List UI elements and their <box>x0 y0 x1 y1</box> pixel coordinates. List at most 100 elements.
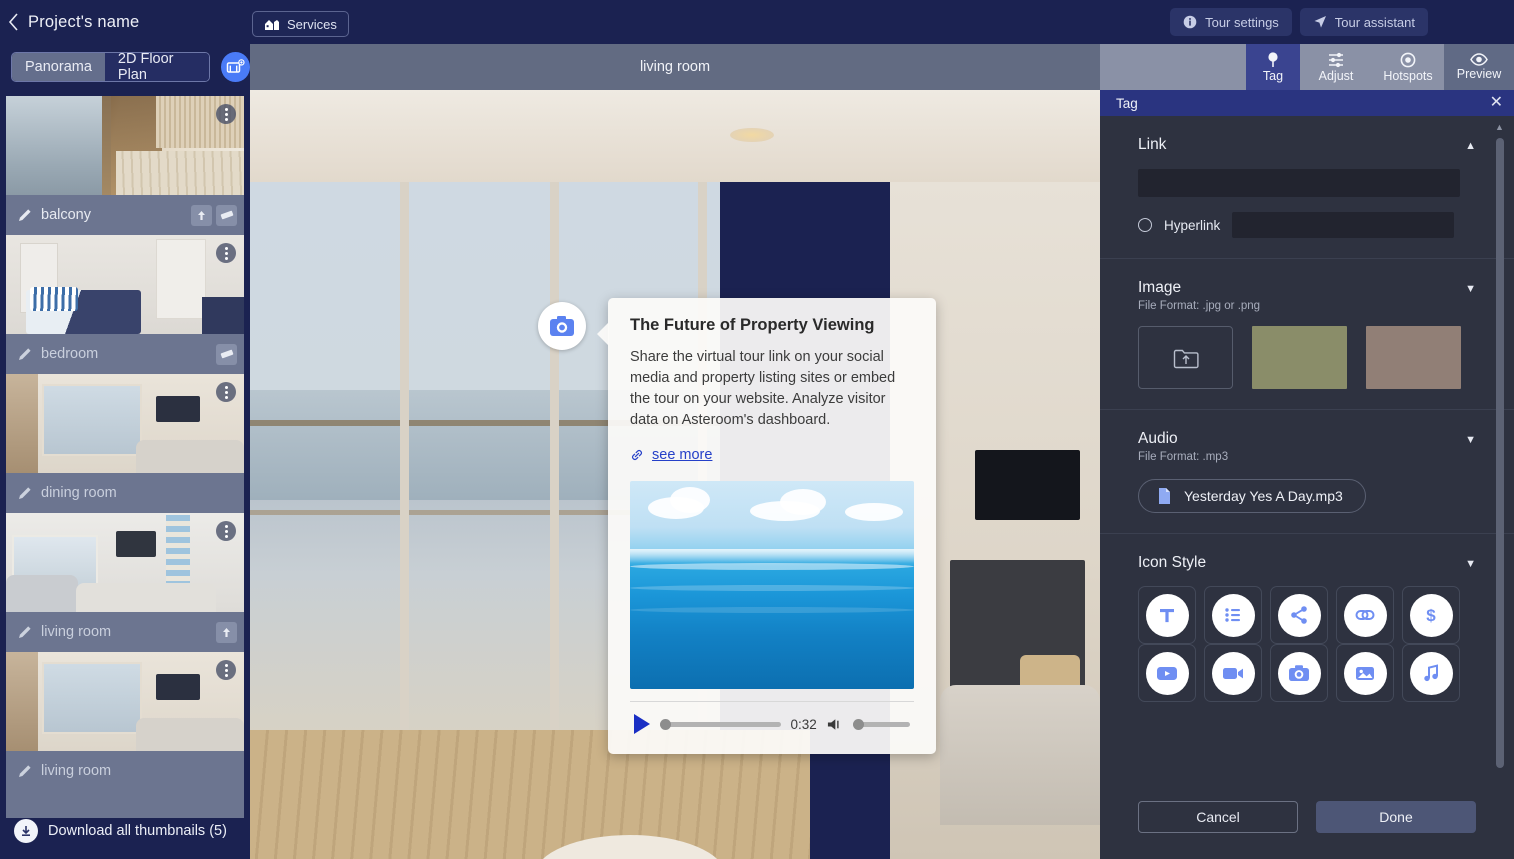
start-point-icon[interactable] <box>191 204 212 226</box>
icon-option-video[interactable] <box>1204 644 1262 702</box>
chevron-up-icon[interactable]: ▲ <box>1465 141 1476 152</box>
list-item[interactable]: living room <box>6 513 244 652</box>
icon-option-share[interactable] <box>1270 586 1328 644</box>
tag-card-image <box>630 481 914 689</box>
cancel-button[interactable]: Cancel <box>1138 801 1298 833</box>
tab-tag[interactable]: Tag <box>1246 44 1300 90</box>
thumbnail-row[interactable]: balcony <box>6 195 244 235</box>
volume-handle[interactable] <box>852 718 864 730</box>
thumbnail-actions <box>216 621 237 643</box>
panorama-viewer[interactable]: living room The Future of Property Viewi… <box>250 44 1100 859</box>
tab-adjust[interactable]: Adjust <box>1300 44 1372 90</box>
scroll-up-arrow-icon[interactable]: ▲ <box>1495 122 1504 132</box>
icon-option-photo[interactable] <box>1336 644 1394 702</box>
tab-hotspots[interactable]: Hotspots <box>1372 44 1444 90</box>
icon-option-camera[interactable] <box>1270 644 1328 702</box>
list-item[interactable]: bedroom <box>6 235 244 374</box>
thumbnail-menu-button[interactable] <box>216 521 236 541</box>
tour-settings-button[interactable]: Tour settings <box>1170 8 1292 36</box>
add-floor-plan-button[interactable] <box>221 52 250 82</box>
thumbnail-row[interactable]: living room <box>6 612 244 652</box>
thumbnail-menu-button[interactable] <box>216 243 236 263</box>
chevron-down-icon[interactable]: ▼ <box>1465 284 1476 295</box>
panel-footer: Cancel Done <box>1100 775 1514 859</box>
tab-2d-floor-plan[interactable]: 2D Floor Plan <box>104 53 210 81</box>
thumbnail-image[interactable] <box>6 513 244 612</box>
thumbnail-menu-button[interactable] <box>216 104 236 124</box>
download-all-label: Download all thumbnails (5) <box>48 823 227 839</box>
measure-icon[interactable] <box>216 343 237 365</box>
tab-panorama[interactable]: Panorama <box>12 53 105 81</box>
start-point-icon[interactable] <box>216 621 237 643</box>
volume-icon[interactable] <box>827 717 843 732</box>
panel-scroll-area[interactable]: Link ▲ Hyperlink Image File Format: .jpg… <box>1100 116 1514 801</box>
rename-icon[interactable] <box>18 625 32 639</box>
tour-assistant-button[interactable]: Tour assistant <box>1299 8 1428 36</box>
see-more-link[interactable]: see more <box>652 447 712 463</box>
image-swatch[interactable] <box>1252 326 1347 389</box>
thumbnail-image[interactable] <box>6 96 244 195</box>
thumbnail-menu-button[interactable] <box>216 660 236 680</box>
list-item[interactable]: balcony <box>6 96 244 235</box>
thumbnail-row[interactable]: living room <box>6 751 244 791</box>
chevron-down-icon[interactable]: ▼ <box>1465 435 1476 446</box>
rename-icon[interactable] <box>18 486 32 500</box>
rename-icon[interactable] <box>18 208 32 222</box>
section-title: Link <box>1138 136 1167 153</box>
panorama-image[interactable]: The Future of Property Viewing Share the… <box>250 90 1100 859</box>
link-url-input[interactable] <box>1138 169 1460 197</box>
thumbnail-image[interactable] <box>6 374 244 473</box>
audio-time: 0:32 <box>790 716 817 732</box>
image-upload-button[interactable] <box>1138 326 1233 389</box>
eye-icon <box>1470 53 1488 66</box>
audio-player[interactable]: 0:32 <box>630 701 914 744</box>
hyperlink-radio[interactable] <box>1138 218 1152 232</box>
chevron-down-icon[interactable]: ▼ <box>1465 559 1476 570</box>
rename-icon[interactable] <box>18 347 32 361</box>
icon-option-youtube[interactable] <box>1138 644 1196 702</box>
services-button[interactable]: Services <box>252 11 349 37</box>
thumbnail-row[interactable]: dining room <box>6 473 244 513</box>
play-icon[interactable] <box>634 714 650 734</box>
section-header: Link ▲ <box>1138 136 1476 154</box>
audio-file-chip[interactable]: Yesterday Yes A Day.mp3 <box>1138 479 1366 513</box>
pano-ceiling-light <box>730 128 774 142</box>
done-button[interactable]: Done <box>1316 801 1476 833</box>
seek-handle[interactable] <box>660 718 671 730</box>
rename-icon[interactable] <box>18 764 32 778</box>
icon-option-hyperlink[interactable] <box>1336 586 1394 644</box>
panel-scrollbar[interactable]: ▲ <box>1495 122 1504 791</box>
thumbnail-row[interactable]: bedroom <box>6 334 244 374</box>
scrollbar-thumb[interactable] <box>1496 138 1504 768</box>
section-title: Image <box>1138 279 1182 296</box>
hyperlink-input[interactable] <box>1232 212 1455 238</box>
services-label: Services <box>287 16 337 32</box>
video-camera-icon <box>1211 651 1255 695</box>
panorama-thumbnail-list[interactable]: balcony bedroom dining room living room … <box>6 96 244 818</box>
close-icon[interactable]: ✕ <box>1490 95 1503 111</box>
list-item[interactable]: dining room <box>6 374 244 513</box>
thumbnail-image[interactable] <box>6 235 244 334</box>
thumbnail-label: dining room <box>41 485 117 501</box>
audio-seek-slider[interactable] <box>660 718 781 730</box>
download-all-thumbnails-button[interactable]: Download all thumbnails (5) <box>0 803 250 859</box>
list-item[interactable]: living room <box>6 652 244 791</box>
tag-card-link-row[interactable]: see more <box>630 447 914 463</box>
icon-option-price[interactable]: $ <box>1402 586 1460 644</box>
sliders-icon <box>1329 52 1343 68</box>
thumbnail-image[interactable] <box>6 652 244 751</box>
image-swatch[interactable] <box>1366 326 1461 389</box>
back-button[interactable] <box>0 0 26 44</box>
tab-preview[interactable]: Preview <box>1444 44 1514 90</box>
thumbnail-menu-button[interactable] <box>216 382 236 402</box>
measure-icon[interactable] <box>216 204 237 226</box>
tag-info-card[interactable]: The Future of Property Viewing Share the… <box>597 298 936 754</box>
dollar-icon: $ <box>1409 593 1453 637</box>
icon-option-music[interactable] <box>1402 644 1460 702</box>
tag-pin-marker[interactable] <box>538 302 586 350</box>
text-t-icon <box>1145 593 1189 637</box>
icon-option-list[interactable] <box>1204 586 1262 644</box>
download-icon <box>14 819 38 843</box>
volume-slider[interactable] <box>852 718 910 730</box>
icon-option-text[interactable] <box>1138 586 1196 644</box>
